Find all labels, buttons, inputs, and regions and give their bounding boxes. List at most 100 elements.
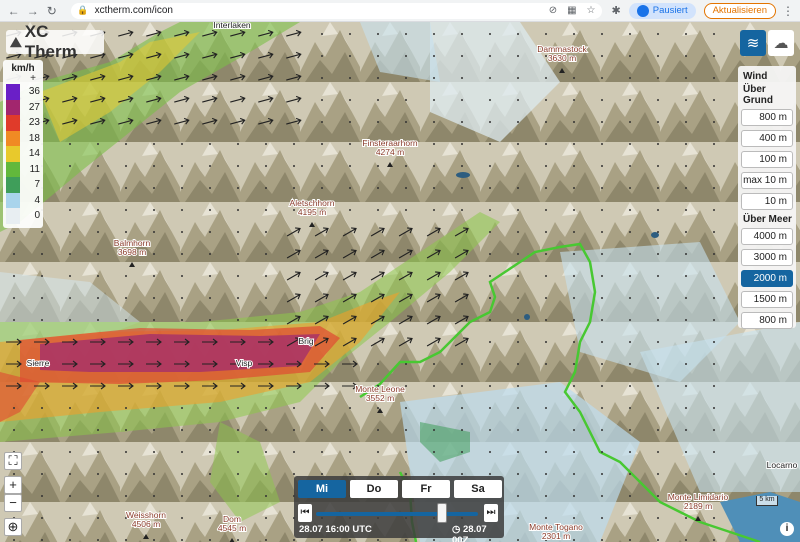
wind-arrow <box>545 473 547 475</box>
wind-arrow <box>433 77 435 79</box>
wind-arrow <box>657 341 659 343</box>
wind-arrow <box>377 165 379 167</box>
wind-arrow <box>181 407 183 409</box>
altitude-option[interactable]: 100 m <box>741 151 793 168</box>
camera-blocked-icon[interactable]: ⊘ <box>549 5 557 16</box>
altitude-option[interactable]: max 10 m <box>741 172 793 189</box>
fullscreen-icon[interactable]: ⛶ <box>4 452 22 470</box>
forward-icon[interactable]: → <box>25 3 40 19</box>
wind-arrow <box>181 451 183 453</box>
wind-arrow <box>601 407 603 409</box>
wind-arrow <box>181 165 183 167</box>
star-icon[interactable]: ☆ <box>587 5 596 16</box>
wind-arrow <box>153 319 155 321</box>
wind-arrow <box>545 429 547 431</box>
wind-arrow <box>517 253 519 255</box>
wind-arrow <box>601 429 603 431</box>
skip-forward-icon[interactable]: ⏭ <box>484 504 498 522</box>
time-slider-handle[interactable] <box>437 503 448 523</box>
altitude-option[interactable]: 400 m <box>741 130 793 147</box>
wind-arrow <box>69 231 71 233</box>
wind-arrow <box>237 319 239 321</box>
wind-arrow <box>657 231 659 233</box>
wind-arrow <box>545 451 547 453</box>
menu-icon[interactable]: ⋮ <box>782 4 794 18</box>
wind-arrow <box>321 187 323 189</box>
altitude-option[interactable]: 2000 m <box>741 270 793 287</box>
wind-arrow <box>461 451 463 453</box>
locate-icon[interactable]: ⊕ <box>4 518 22 536</box>
extensions-icon[interactable]: ✱ <box>612 4 621 17</box>
wind-arrow <box>349 451 351 453</box>
wind-arrow <box>545 33 547 35</box>
altitude-option[interactable]: 800 m <box>741 109 793 126</box>
address-bar[interactable]: 🔒 xctherm.com/icon ⊘ ▦ ☆ <box>71 2 602 19</box>
ground-label: Über Grund <box>743 84 773 106</box>
altitude-option[interactable]: 4000 m <box>741 228 793 245</box>
wind-arrow <box>713 275 715 277</box>
wind-arrow <box>489 275 491 277</box>
wind-arrow <box>713 407 715 409</box>
info-button[interactable]: i <box>780 522 794 536</box>
reload-icon[interactable]: ↻ <box>44 3 59 19</box>
wind-icon[interactable]: ≋ <box>740 30 766 56</box>
wind-arrow <box>573 517 575 519</box>
day-tab[interactable]: Fr <box>402 480 450 498</box>
wind-arrow <box>321 429 323 431</box>
altitude-option[interactable]: 3000 m <box>741 249 793 266</box>
skip-back-icon[interactable]: ⏮ <box>298 504 312 522</box>
day-tab[interactable]: Sa <box>454 480 502 498</box>
wind-arrow <box>573 231 575 233</box>
map-canvas[interactable]: InterlakenDammastock 3630 mFinsteraarhorn… <box>0 22 800 542</box>
zoom-out-button[interactable]: − <box>4 494 22 512</box>
altitude-option[interactable]: 10 m <box>741 193 793 210</box>
app-logo[interactable]: ⛰ XC Therm <box>6 22 104 61</box>
wind-arrow <box>405 55 407 57</box>
wind-arrow <box>321 55 323 57</box>
back-icon[interactable]: ← <box>6 3 21 19</box>
wind-arrow <box>601 517 603 519</box>
altitude-option[interactable]: 1500 m <box>741 291 793 308</box>
sun-cloud-icon[interactable]: ☁ <box>768 30 794 56</box>
wind-arrow <box>657 517 659 519</box>
wind-arrow <box>377 121 379 123</box>
wind-arrow <box>545 121 547 123</box>
wind-arrow <box>517 539 519 541</box>
wind-arrow <box>517 341 519 343</box>
wind-arrow <box>601 33 603 35</box>
apps-icon[interactable]: ▦ <box>567 5 576 16</box>
wind-arrow <box>685 143 687 145</box>
wind-arrow <box>433 363 435 365</box>
legend-value: 27 <box>28 101 40 113</box>
wind-arrow <box>517 231 519 233</box>
legend-swatch <box>6 161 20 177</box>
wind-arrow <box>377 99 379 101</box>
wind-arrow <box>69 187 71 189</box>
wind-arrow <box>489 297 491 299</box>
wind-arrow <box>545 253 547 255</box>
wind-arrow <box>629 143 631 145</box>
wind-arrow <box>433 473 435 475</box>
wind-arrow <box>685 187 687 189</box>
update-button[interactable]: Aktualisieren <box>703 2 776 19</box>
wind-arrow <box>461 121 463 123</box>
time-slider-track[interactable] <box>316 512 478 516</box>
wind-arrow <box>125 209 127 211</box>
day-tab[interactable]: Mi <box>298 480 346 498</box>
wind-arrow <box>97 429 99 431</box>
profile-button[interactable]: Pausiert <box>628 2 696 19</box>
wind-arrow <box>13 407 15 409</box>
wind-arrow <box>125 429 127 431</box>
day-tab[interactable]: Do <box>350 480 398 498</box>
wind-arrow <box>293 407 295 409</box>
weather-map[interactable]: Interlaken Dammastock 3630 m Finsteraarhorn… <box>0 22 800 542</box>
wind-arrow <box>713 121 715 123</box>
altitude-option[interactable]: 800 m <box>741 312 793 329</box>
legend-step: 14 <box>6 146 40 162</box>
wind-arrow <box>293 429 295 431</box>
wind-arrow <box>97 275 99 277</box>
wind-arrow <box>713 99 715 101</box>
wind-arrow <box>517 77 519 79</box>
wind-arrow <box>573 275 575 277</box>
zoom-in-button[interactable]: + <box>4 476 22 494</box>
